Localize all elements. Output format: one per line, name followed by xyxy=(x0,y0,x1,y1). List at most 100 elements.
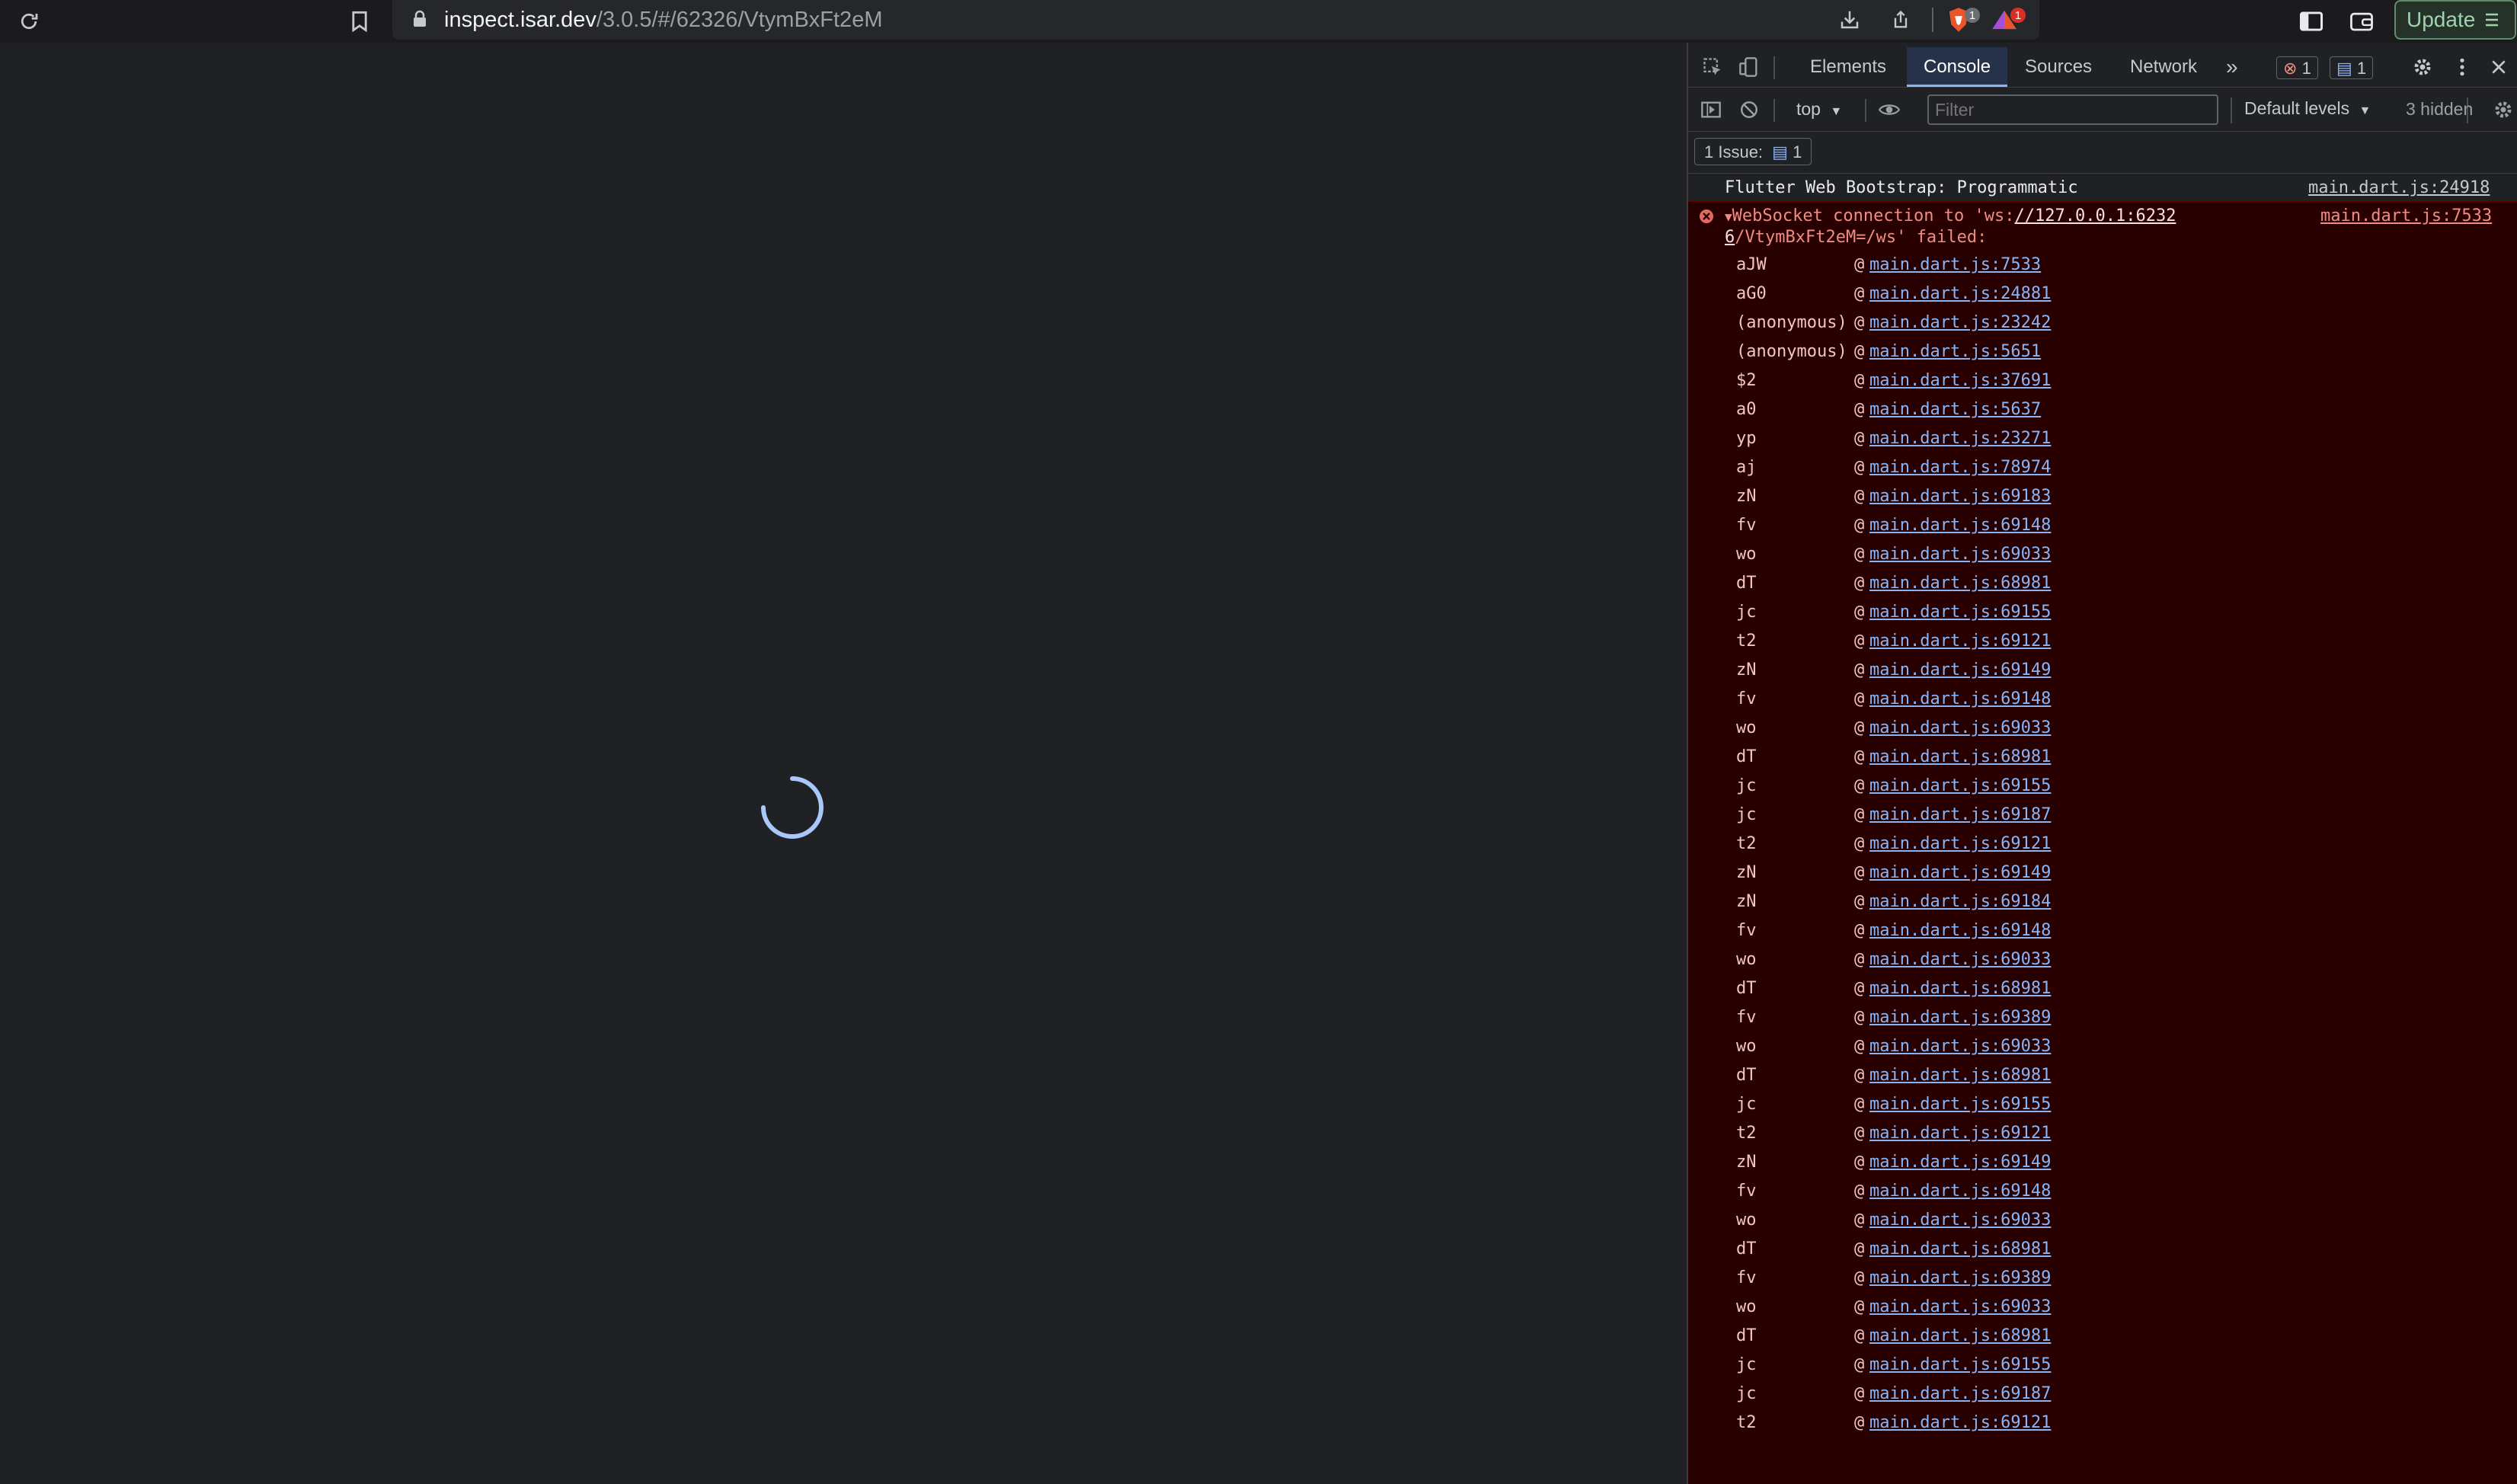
error-circle-icon xyxy=(1700,209,1713,223)
toolbar-divider xyxy=(1932,8,1933,32)
reload-icon[interactable] xyxy=(14,6,44,37)
stack-source-link[interactable]: main.dart.js:68981 xyxy=(1869,747,2051,766)
stack-source-link[interactable]: main.dart.js:69184 xyxy=(1869,892,2051,911)
show-sidebar-icon[interactable] xyxy=(1696,94,1726,125)
stack-function: jc xyxy=(1736,805,1757,824)
stack-source-link[interactable]: main.dart.js:24881 xyxy=(1869,284,2051,303)
stack-source-link[interactable]: main.dart.js:37691 xyxy=(1869,371,2051,390)
stack-source-link[interactable]: main.dart.js:69183 xyxy=(1869,487,2051,506)
clear-console-icon[interactable] xyxy=(1734,94,1764,125)
stack-source-link[interactable]: main.dart.js:23242 xyxy=(1869,313,2051,332)
stack-source-link[interactable]: main.dart.js:69155 xyxy=(1869,603,2051,622)
device-toolbar-icon[interactable] xyxy=(1734,52,1764,82)
console-messages: Flutter Web Bootstrap: Programmatic main… xyxy=(1688,174,2517,1484)
stack-source-link[interactable]: main.dart.js:69121 xyxy=(1869,1124,2051,1143)
stack-at: @ xyxy=(1854,429,1865,448)
brave-rewards-icon[interactable]: 1 xyxy=(1989,5,2026,35)
stack-source-link[interactable]: main.dart.js:68981 xyxy=(1869,574,2051,593)
alert-badge: 1 xyxy=(2010,8,2026,23)
error-url-link[interactable]: //127.0.0.1:6232 xyxy=(2015,206,2176,225)
stack-source-link[interactable]: main.dart.js:5637 xyxy=(1869,400,2041,419)
stack-function: aG0 xyxy=(1736,284,1767,303)
context-select[interactable]: top ▼ xyxy=(1796,99,1842,120)
stack-source-link[interactable]: main.dart.js:69389 xyxy=(1869,1008,2051,1027)
stack-source-link[interactable]: main.dart.js:69148 xyxy=(1869,1182,2051,1201)
stack-source-link[interactable]: main.dart.js:7533 xyxy=(1869,255,2041,274)
message-count-badge[interactable]: ▤ 1 xyxy=(2330,56,2374,79)
update-button[interactable]: Update xyxy=(2394,0,2516,40)
stack-source-link[interactable]: main.dart.js:69149 xyxy=(1869,660,2051,680)
stack-source-link[interactable]: main.dart.js:69389 xyxy=(1869,1268,2051,1287)
stack-source-link[interactable]: main.dart.js:5651 xyxy=(1869,342,2041,361)
error-source-link[interactable]: main.dart.js:7533 xyxy=(2320,206,2492,225)
stack-source-link[interactable]: main.dart.js:69033 xyxy=(1869,545,2051,564)
stack-source-link[interactable]: main.dart.js:69149 xyxy=(1869,863,2051,882)
stack-source-link[interactable]: main.dart.js:69187 xyxy=(1869,1384,2051,1403)
stack-source-link[interactable]: main.dart.js:69148 xyxy=(1869,921,2051,940)
share-icon[interactable] xyxy=(1885,5,1916,35)
kebab-menu-icon[interactable] xyxy=(2447,52,2477,82)
shield-badge: 1 xyxy=(1965,8,1980,23)
stack-source-link[interactable]: main.dart.js:69148 xyxy=(1869,516,2051,535)
stack-source-link[interactable]: main.dart.js:69033 xyxy=(1869,950,2051,969)
stack-source-link[interactable]: main.dart.js:69121 xyxy=(1869,1413,2051,1432)
issues-button[interactable]: 1 Issue: ▤ 1 xyxy=(1694,138,1812,165)
stack-function: wo xyxy=(1736,545,1757,564)
stack-frame-row: a0 @ main.dart.js:5637 xyxy=(1688,395,2517,426)
filter-input[interactable] xyxy=(1927,94,2218,125)
install-app-icon[interactable] xyxy=(1834,5,1865,35)
stack-source-link[interactable]: main.dart.js:69121 xyxy=(1869,632,2051,651)
stack-at: @ xyxy=(1854,950,1865,969)
tab-network[interactable]: Network xyxy=(2130,47,2197,87)
inspect-element-icon[interactable] xyxy=(1697,52,1728,82)
tab-elements[interactable]: Elements xyxy=(1810,47,1886,87)
address-bar[interactable]: inspect.isar.dev/3.0.5/#/62326/VtymBxFt2… xyxy=(392,0,2039,40)
error-count-badge[interactable]: ⊗ 1 xyxy=(2276,56,2318,79)
close-devtools-icon[interactable] xyxy=(2483,52,2514,82)
console-settings-gear-icon[interactable] xyxy=(2488,94,2517,125)
stack-function: dT xyxy=(1736,747,1757,766)
stack-source-link[interactable]: main.dart.js:69121 xyxy=(1869,834,2051,853)
stack-source-link[interactable]: main.dart.js:69033 xyxy=(1869,1211,2051,1230)
wallet-icon[interactable] xyxy=(2346,6,2377,37)
stack-source-link[interactable]: main.dart.js:69155 xyxy=(1869,1355,2051,1374)
sidebar-icon[interactable] xyxy=(2296,6,2327,37)
stack-source-link[interactable]: main.dart.js:69148 xyxy=(1869,689,2051,708)
stack-function: t2 xyxy=(1736,1124,1757,1143)
stack-at: @ xyxy=(1854,458,1865,477)
info-source-link[interactable]: main.dart.js:24918 xyxy=(2308,178,2490,197)
stack-source-link[interactable]: main.dart.js:78974 xyxy=(1869,458,2051,477)
stack-source-link[interactable]: main.dart.js:23271 xyxy=(1869,429,2051,448)
stack-source-link[interactable]: main.dart.js:69187 xyxy=(1869,805,2051,824)
stack-function: wo xyxy=(1736,1211,1757,1230)
stack-source-link[interactable]: main.dart.js:69033 xyxy=(1869,1297,2051,1316)
tab-sources[interactable]: Sources xyxy=(2025,47,2092,87)
tab-console[interactable]: Console xyxy=(1907,47,2008,87)
stack-function: $2 xyxy=(1736,371,1757,390)
stack-frame-row: jc @ main.dart.js:69187 xyxy=(1688,1380,2517,1410)
expand-triangle-icon[interactable]: ▼ xyxy=(1725,209,1732,224)
stack-source-link[interactable]: main.dart.js:68981 xyxy=(1869,979,2051,998)
stack-source-link[interactable]: main.dart.js:68981 xyxy=(1869,1066,2051,1085)
stack-source-link[interactable]: main.dart.js:69149 xyxy=(1869,1153,2051,1172)
stack-source-link[interactable]: main.dart.js:69155 xyxy=(1869,1095,2051,1114)
error-url-link-2[interactable]: 6 xyxy=(1725,228,1735,247)
stack-source-link[interactable]: main.dart.js:69033 xyxy=(1869,718,2051,737)
console-filter-bar: top ▼ Filter Default levels ▼ 3 hidden xyxy=(1688,88,2517,132)
more-tabs-button[interactable]: » xyxy=(2226,47,2238,87)
brave-shield-icon[interactable]: 1 xyxy=(1943,5,1980,35)
stack-frame-row: fv @ main.dart.js:69389 xyxy=(1688,1264,2517,1294)
bookmark-icon[interactable] xyxy=(344,6,375,37)
stack-frame-row: zN @ main.dart.js:69149 xyxy=(1688,1148,2517,1179)
stack-source-link[interactable]: main.dart.js:68981 xyxy=(1869,1326,2051,1345)
settings-gear-icon[interactable] xyxy=(2407,52,2438,82)
stack-source-link[interactable]: main.dart.js:69155 xyxy=(1869,776,2051,795)
log-levels-select[interactable]: Default levels ▼ xyxy=(2244,98,2371,119)
stack-source-link[interactable]: main.dart.js:69033 xyxy=(1869,1037,2051,1056)
live-expression-eye-icon[interactable] xyxy=(1874,94,1905,125)
stack-at: @ xyxy=(1854,371,1865,390)
stack-at: @ xyxy=(1854,1211,1865,1230)
stack-at: @ xyxy=(1854,805,1865,824)
loading-spinner-icon xyxy=(761,776,824,839)
stack-source-link[interactable]: main.dart.js:68981 xyxy=(1869,1239,2051,1259)
